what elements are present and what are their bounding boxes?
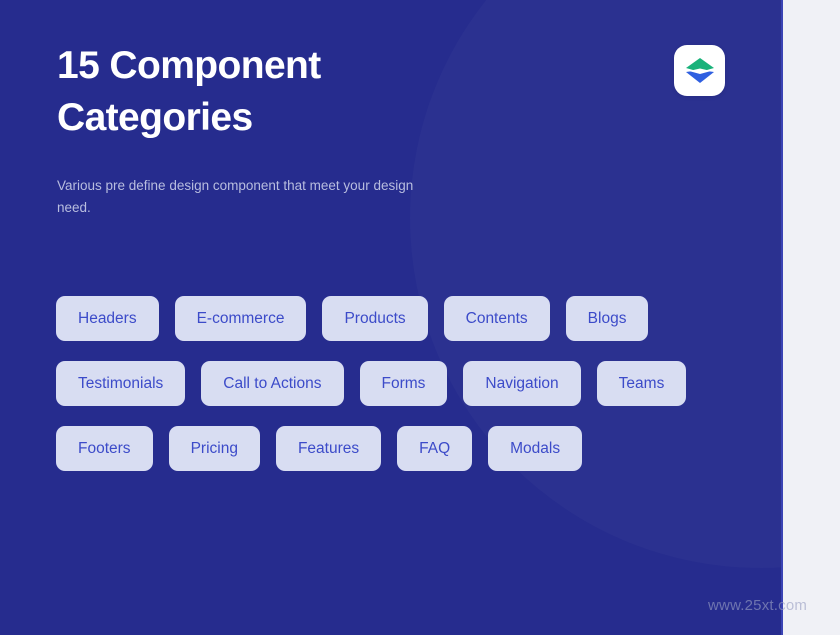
category-pill-headers[interactable]: Headers: [56, 296, 159, 341]
category-pill-modals[interactable]: Modals: [488, 426, 583, 471]
logo-badge: [674, 45, 725, 96]
category-pill-testimonials[interactable]: Testimonials: [56, 361, 186, 406]
category-pill-ecommerce[interactable]: E-commerce: [174, 296, 307, 341]
category-pill-footers[interactable]: Footers: [56, 426, 153, 471]
category-pill-navigation[interactable]: Navigation: [463, 361, 581, 406]
category-row-3: Footers Pricing Features FAQ Modals: [56, 426, 756, 471]
category-row-1: Headers E-commerce Products Contents Blo…: [56, 296, 756, 341]
page-subtitle: Various pre define design component that…: [57, 178, 414, 215]
right-background-strip: [783, 0, 840, 635]
category-pill-blogs[interactable]: Blogs: [565, 296, 649, 341]
page-title: 15 Component Categories: [57, 44, 321, 139]
category-pill-contents[interactable]: Contents: [443, 296, 550, 341]
watermark: www.25xt.com: [708, 597, 808, 614]
category-pill-pricing[interactable]: Pricing: [168, 426, 260, 471]
category-pill-call-to-actions[interactable]: Call to Actions: [201, 361, 344, 406]
category-pill-features[interactable]: Features: [275, 426, 382, 471]
layers-stack-icon: [685, 57, 715, 85]
category-pill-groups: Headers E-commerce Products Contents Blo…: [56, 296, 756, 491]
category-pill-products[interactable]: Products: [322, 296, 428, 341]
category-row-2: Testimonials Call to Actions Forms Navig…: [56, 361, 756, 406]
slide-canvas: 15 Component Categories Various pre defi…: [0, 0, 840, 635]
category-pill-teams[interactable]: Teams: [596, 361, 687, 406]
category-pill-forms[interactable]: Forms: [359, 361, 448, 406]
category-pill-faq[interactable]: FAQ: [397, 426, 473, 471]
